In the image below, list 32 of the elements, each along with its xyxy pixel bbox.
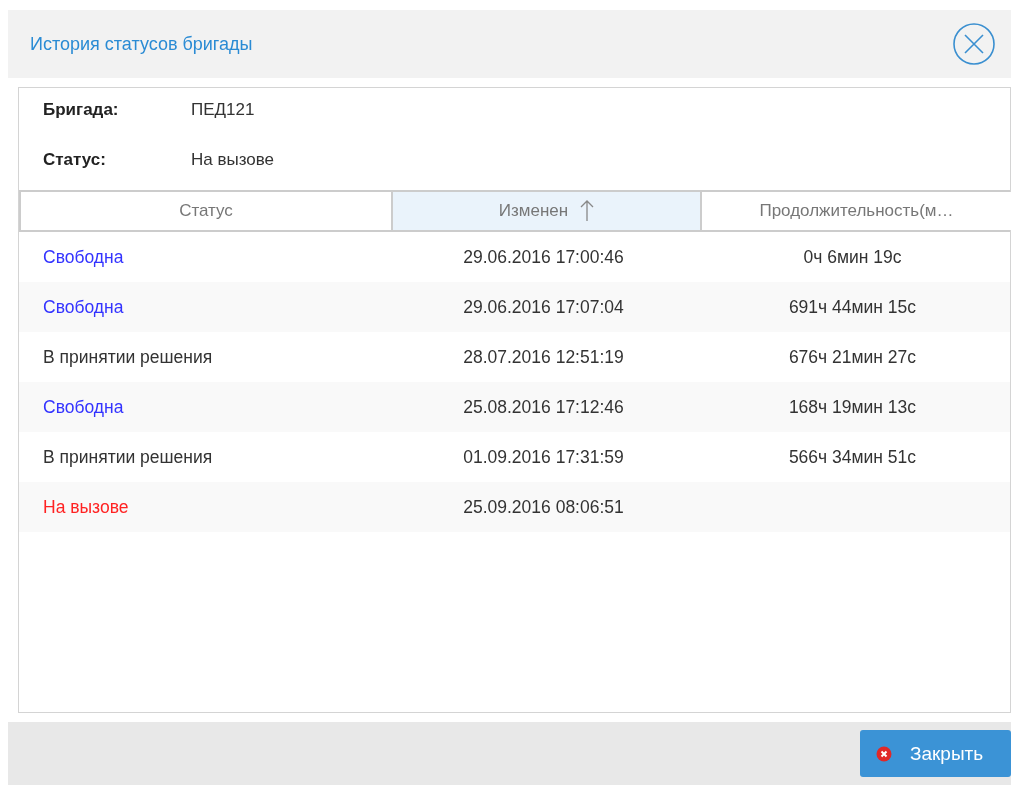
- table-cell: 01.09.2016 17:31:59: [463, 446, 624, 468]
- table-cell: 168ч 19мин 13с: [788, 396, 917, 418]
- table-cell: 25.09.2016 08:06:51: [463, 496, 624, 518]
- table-cell: 566ч 34мин 51с: [788, 446, 917, 468]
- column-header[interactable]: Изменен: [393, 192, 700, 230]
- table-cell-text: Свободна: [42, 246, 124, 268]
- column-title: Продолжительность(м…: [759, 201, 954, 221]
- table-cell: 29.06.2016 17:07:04: [463, 296, 624, 318]
- table-cell-text: Свободна: [42, 296, 124, 318]
- dialog-title: История статусов бригады: [30, 33, 253, 55]
- table-cell: 691ч 44мин 15с: [788, 296, 917, 318]
- table-cell-text: Свободна: [42, 396, 124, 418]
- table-cell: 676ч 21мин 27с: [788, 346, 917, 368]
- field-label: Статус:: [43, 150, 107, 170]
- column-title: Статус: [179, 201, 233, 221]
- table-cell-text: На вызове: [42, 496, 129, 518]
- cancel-icon: [876, 745, 892, 762]
- sort-arrow-icon: [580, 200, 595, 222]
- close-button[interactable]: Закрыть: [860, 730, 1011, 777]
- close-icon[interactable]: [952, 22, 996, 66]
- table-cell-text: В принятии решения: [42, 446, 213, 468]
- column-header[interactable]: Статус: [21, 192, 391, 230]
- table-cell: 25.08.2016 17:12:46: [463, 396, 624, 418]
- table-cell-text: В принятии решения: [42, 346, 213, 368]
- table-cell: 29.06.2016 17:00:46: [463, 246, 624, 268]
- field-label: Бригада:: [43, 100, 120, 120]
- table-cell: 0ч 6мин 19с: [803, 246, 902, 268]
- field-value: ПЕД121: [191, 100, 255, 120]
- column-header[interactable]: Продолжительность(м…: [702, 192, 1011, 230]
- table-cell: 28.07.2016 12:51:19: [463, 346, 624, 368]
- field-value: На вызове: [191, 150, 275, 170]
- column-title: Изменен: [498, 201, 569, 221]
